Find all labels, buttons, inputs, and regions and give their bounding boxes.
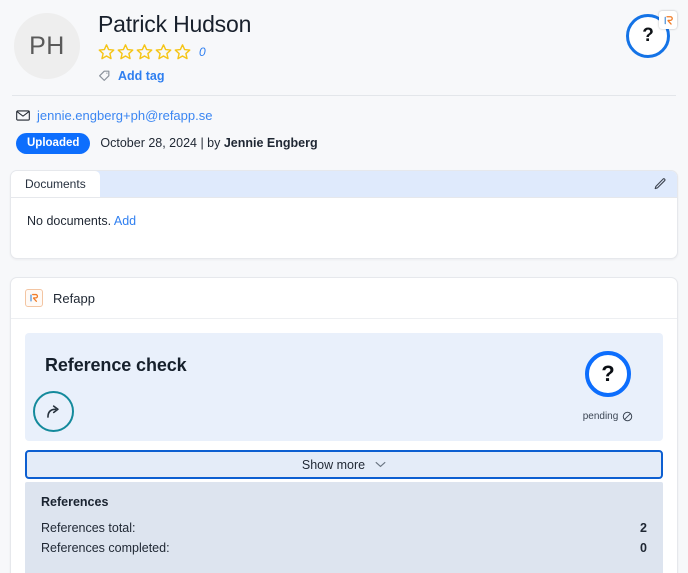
help-button-label: ? [642,25,654,46]
refapp-logo-icon [25,289,43,308]
show-more-label: Show more [301,457,366,472]
references-heading: References [41,495,109,510]
status-badge: Uploaded [16,132,91,155]
reference-check-status-group: ? pending [571,351,645,422]
mail-icon [16,110,30,121]
references-section: References References total: 2 Reference… [25,482,663,573]
documents-empty-text: No documents. [27,214,112,229]
contact-block: jennie.engberg+ph@refapp.se Uploaded Oct… [0,96,688,155]
references-total-label: References total: [41,521,136,536]
star-icon[interactable] [155,43,172,60]
star-icon[interactable] [174,43,191,60]
documents-card: Documents No documents. Add [10,170,678,260]
reference-check-panel: Reference check ? pending [25,333,663,442]
profile-page: PH Patrick Hudson 0 Add tag ? jennie.eng… [0,0,688,573]
reference-check-status: pending [583,411,634,422]
star-icon[interactable] [136,43,153,60]
documents-body: No documents. Add [11,198,677,258]
upload-date: October 28, 2024 | by [100,136,224,151]
tab-documents-label: Documents [25,177,86,192]
help-widget[interactable]: ? [626,11,677,62]
add-tag-row[interactable]: Add tag [98,69,674,83]
rating-count: 0 [199,44,206,59]
tab-documents[interactable]: Documents [11,171,100,198]
references-total-value: 2 [640,521,647,536]
upload-status-row: Uploaded October 28, 2024 | by Jennie En… [16,132,672,155]
references-completed-value: 0 [640,541,647,556]
references-completed-label: References completed: [41,541,170,556]
references-total-row: References total: 2 [41,518,647,538]
star-icon[interactable] [117,43,134,60]
identity-block: Patrick Hudson 0 Add tag [98,10,674,83]
refapp-mark [664,15,673,25]
references-completed-row: References completed: 0 [41,538,647,558]
upload-meta: October 28, 2024 | by Jennie Engberg [100,136,317,150]
share-arrow-icon [47,405,59,418]
email-link[interactable]: jennie.engberg+ph@refapp.se [37,108,212,123]
reference-check-status-label: pending [582,411,619,423]
upload-author: Jennie Engberg [223,136,318,151]
add-document-link[interactable]: Add [114,214,136,228]
documents-tab-actions [653,171,677,197]
refapp-title: Refapp [53,290,95,306]
refapp-mark [30,294,39,303]
avatar: PH [14,13,80,79]
pencil-icon[interactable] [653,177,667,191]
email-row[interactable]: jennie.engberg+ph@refapp.se [16,108,672,123]
show-more-button[interactable]: Show more [25,450,663,480]
refapp-logo-badge-icon [659,11,677,29]
reference-check-help-label: ? [601,361,615,387]
tag-icon [99,70,110,82]
add-tag-link[interactable]: Add tag [118,69,165,83]
refapp-card: Refapp Reference check ? pending Show mo… [10,277,678,573]
page-title: Patrick Hudson [98,11,252,37]
share-arrow-button[interactable] [33,391,74,433]
circle-slash-icon [623,411,633,422]
avatar-initials: PH [29,31,65,60]
rating-stars[interactable]: 0 [98,43,674,61]
chevron-down-icon [375,462,386,468]
documents-tabbar: Documents [11,171,677,199]
star-icon[interactable] [98,43,115,60]
refapp-card-header: Refapp [11,278,677,320]
reference-check-title: Reference check [45,355,187,376]
reference-check-help-button[interactable]: ? [585,351,631,398]
profile-header: PH Patrick Hudson 0 Add tag ? [0,0,688,83]
